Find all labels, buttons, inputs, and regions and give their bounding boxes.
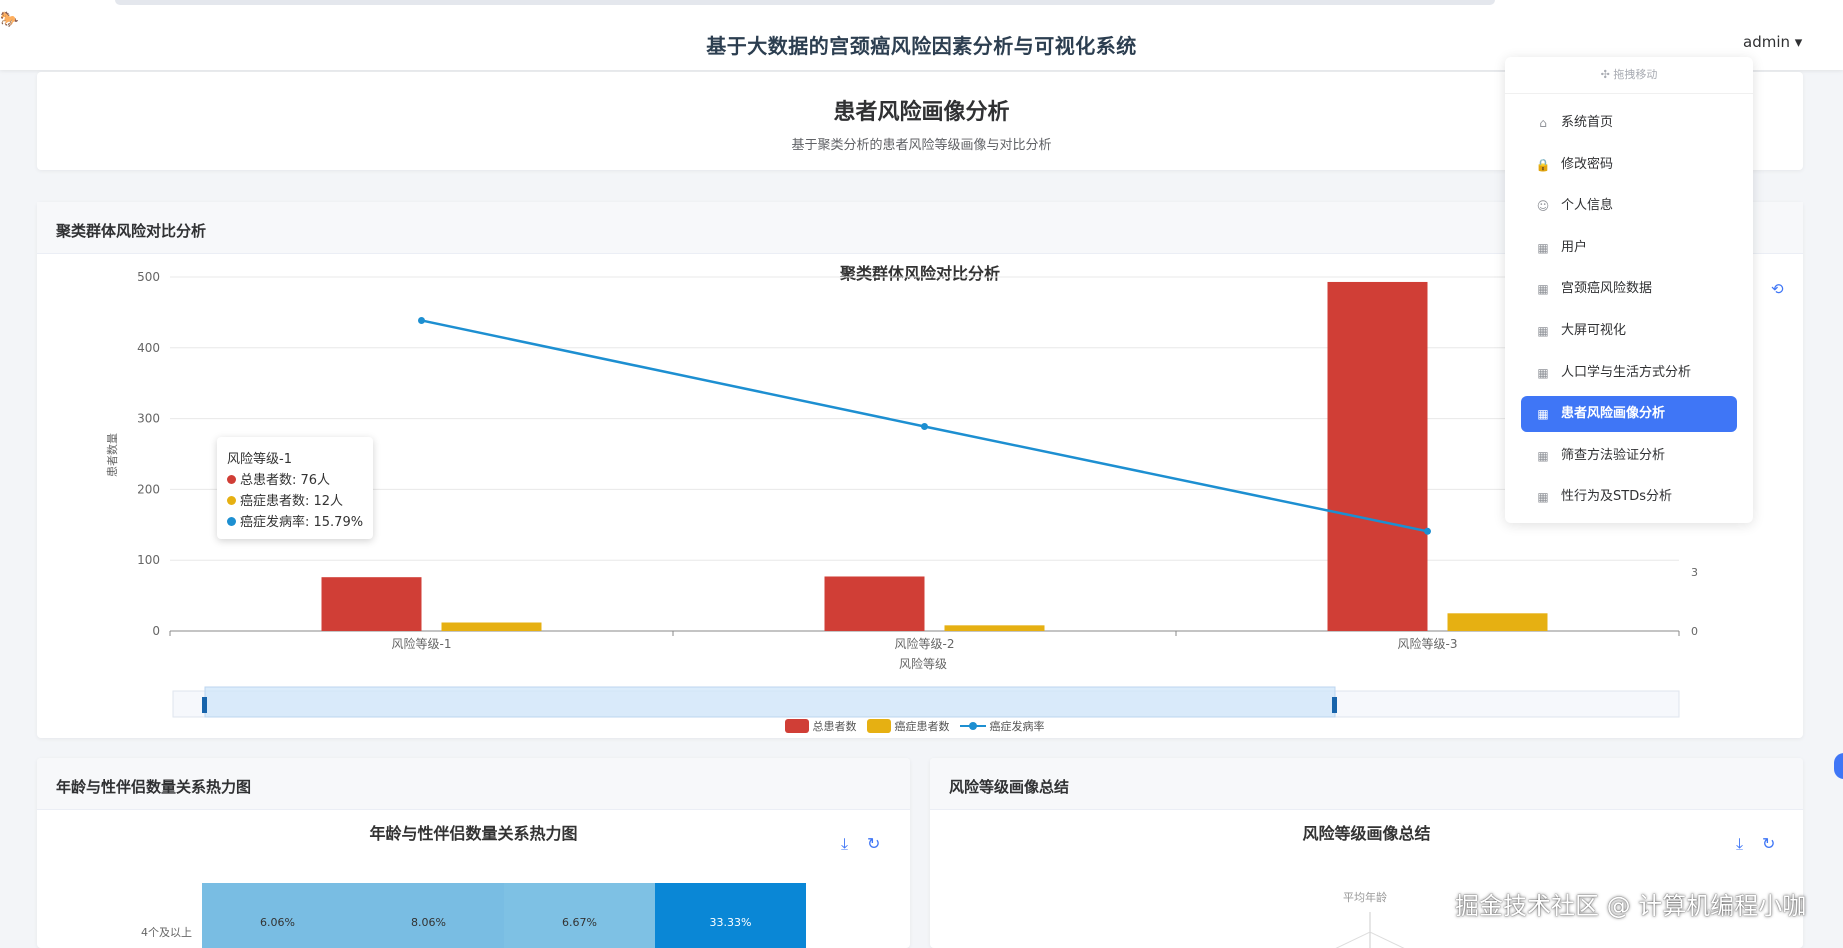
panel-title: 年龄与性伴侣数量关系热力图 <box>37 758 910 810</box>
menu-item-label: 修改密码 <box>1561 156 1614 172</box>
heatmap-cell[interactable]: 8.06% <box>353 883 504 948</box>
heatmap-cell[interactable]: 6.67% <box>504 883 655 948</box>
menu-item-label: 人口学与生活方式分析 <box>1561 364 1692 380</box>
x-tick-label: 风险等级-2 <box>895 636 955 651</box>
floating-nav-menu: ✣ 拖拽移动 ⌂ 系统首页 🔒 修改密码 ☺ 个人信息 ▦ 用户 ▦ 宫颈癌风险数据 ▦ 大屏可视化 ▦… <box>1505 57 1753 523</box>
grid-icon: ▦ <box>1537 240 1549 255</box>
watermark: 掘金技术社区 @ 计算机编程小咖 <box>1455 892 1807 920</box>
grid-icon: ▦ <box>1537 407 1549 422</box>
grid-icon: ▦ <box>1537 448 1549 463</box>
datazoom-window[interactable] <box>204 686 1336 718</box>
y-tick-label: 100 <box>137 553 160 567</box>
app-title: 基于大数据的宫颈癌风险因素分析与可视化系统 <box>706 34 1137 58</box>
side-float-button[interactable] <box>1834 753 1843 779</box>
bar[interactable] <box>944 625 1045 631</box>
tooltip-title: 风险等级-1 <box>227 452 292 467</box>
y-tick-label: 200 <box>137 482 160 496</box>
download-icon[interactable]: ⤓ <box>1736 834 1743 854</box>
heatmap-cell[interactable]: 6.06% <box>202 883 353 948</box>
y2-tick-label: 3 <box>1691 566 1698 579</box>
y-tick-label: 500 <box>137 270 160 284</box>
chart-tooltip: 风险等级-1 总患者数: 76人 癌症患者数: 12人 癌症发病率: 15.79… <box>217 437 373 539</box>
x-axis-label: 风险等级 <box>899 656 947 671</box>
menu-item[interactable]: ▦ 宫颈癌风险数据 <box>1521 271 1737 307</box>
menu-item[interactable]: ▦ 患者风险画像分析 <box>1521 396 1737 433</box>
restore-icon[interactable]: ⟲ <box>1771 280 1784 298</box>
refresh-icon[interactable]: ↻ <box>1762 834 1775 853</box>
menu-item-label: 筛查方法验证分析 <box>1561 447 1666 463</box>
lock-icon: 🔒 <box>1535 157 1551 172</box>
refresh-icon[interactable]: ↻ <box>867 834 880 853</box>
drag-handle[interactable]: ✣ 拖拽移动 <box>1505 57 1753 94</box>
x-tick-label: 风险等级-3 <box>1398 636 1458 651</box>
menu-item-label: 患者风险画像分析 <box>1561 406 1666 422</box>
legend-rate[interactable]: 癌症发病率 <box>960 718 1045 734</box>
bar[interactable] <box>441 622 542 631</box>
legend-total[interactable]: 总患者数 <box>785 718 857 734</box>
bar[interactable] <box>1327 281 1428 631</box>
user-icon: ☺ <box>1536 199 1550 214</box>
menu-item-label: 个人信息 <box>1561 198 1614 214</box>
chart-legend: 总患者数 癌症患者数 癌症发病率 <box>785 718 1045 734</box>
download-icon[interactable]: ⤓ <box>841 834 848 854</box>
menu-item-label: 用户 <box>1561 239 1588 255</box>
menu-item[interactable]: ▦ 筛查方法验证分析 <box>1521 438 1737 474</box>
tooltip-row: 癌症发病率: 15.79% <box>227 511 363 530</box>
chart-title: 风险等级画像总结 <box>1302 824 1431 843</box>
line-point[interactable] <box>1424 527 1431 535</box>
y2-tick-label: 0 <box>1691 625 1698 638</box>
heatmap-cell[interactable]: 33.33% <box>655 883 806 948</box>
grid-icon: ▦ <box>1537 365 1549 380</box>
chart-title: 聚类群体风险对比分析 <box>839 264 1000 283</box>
menu-item[interactable]: ▦ 大屏可视化 <box>1521 313 1737 349</box>
line-point[interactable] <box>418 316 425 324</box>
radar-chart <box>1335 912 1405 948</box>
bar[interactable] <box>321 577 422 631</box>
legend-cancer[interactable]: 癌症患者数 <box>867 718 950 734</box>
datazoom-handle-left[interactable] <box>202 697 207 713</box>
browser-strip <box>115 0 1495 5</box>
bar[interactable] <box>824 576 925 631</box>
y-tick-label: 300 <box>137 412 160 426</box>
y-tick-label: 400 <box>137 341 160 355</box>
menu-item[interactable]: ☺ 个人信息 <box>1521 188 1737 224</box>
menu-item[interactable]: ▦ 性行为及STDs分析 <box>1521 479 1737 515</box>
menu-item[interactable]: ▦ 人口学与生活方式分析 <box>1521 355 1737 391</box>
heatmap-y-label: 4个及以上 <box>141 926 192 939</box>
user-menu[interactable]: admin ▾ <box>1743 33 1802 51</box>
logo-icon: 🐎 <box>0 10 19 28</box>
x-tick-label: 风险等级-1 <box>392 636 452 651</box>
tooltip-row: 癌症患者数: 12人 <box>227 490 343 509</box>
home-icon: ⌂ <box>1539 116 1547 130</box>
grid-icon: ▦ <box>1537 490 1549 505</box>
datazoom-handle-right[interactable] <box>1332 697 1337 713</box>
menu-item-label: 宫颈癌风险数据 <box>1561 281 1653 297</box>
menu-item[interactable]: ⌂ 系统首页 <box>1521 105 1737 141</box>
y-tick-label: 0 <box>152 624 160 638</box>
grid-icon: ▦ <box>1537 324 1549 338</box>
grid-icon: ▦ <box>1537 282 1549 297</box>
menu-item[interactable]: 🔒 修改密码 <box>1521 147 1737 183</box>
menu-item[interactable]: ▦ 用户 <box>1521 230 1737 266</box>
tooltip-row: 总患者数: 76人 <box>227 469 330 488</box>
heatmap-panel: 年龄与性伴侣数量关系热力图 年龄与性伴侣数量关系热力图 ⤓ ↻ 4个及以上 6.… <box>37 758 910 948</box>
menu-item-label: 性行为及STDs分析 <box>1561 489 1672 505</box>
menu-item-label: 系统首页 <box>1561 115 1614 130</box>
bar[interactable] <box>1447 613 1548 631</box>
chart-title: 年龄与性伴侣数量关系热力图 <box>369 824 578 843</box>
line-point[interactable] <box>921 422 928 430</box>
y-axis-label: 患者数量 <box>106 433 119 477</box>
panel-title: 风险等级画像总结 <box>930 758 1803 810</box>
menu-item-label: 大屏可视化 <box>1561 323 1627 338</box>
radar-indicator: 平均年龄 <box>1343 891 1387 904</box>
